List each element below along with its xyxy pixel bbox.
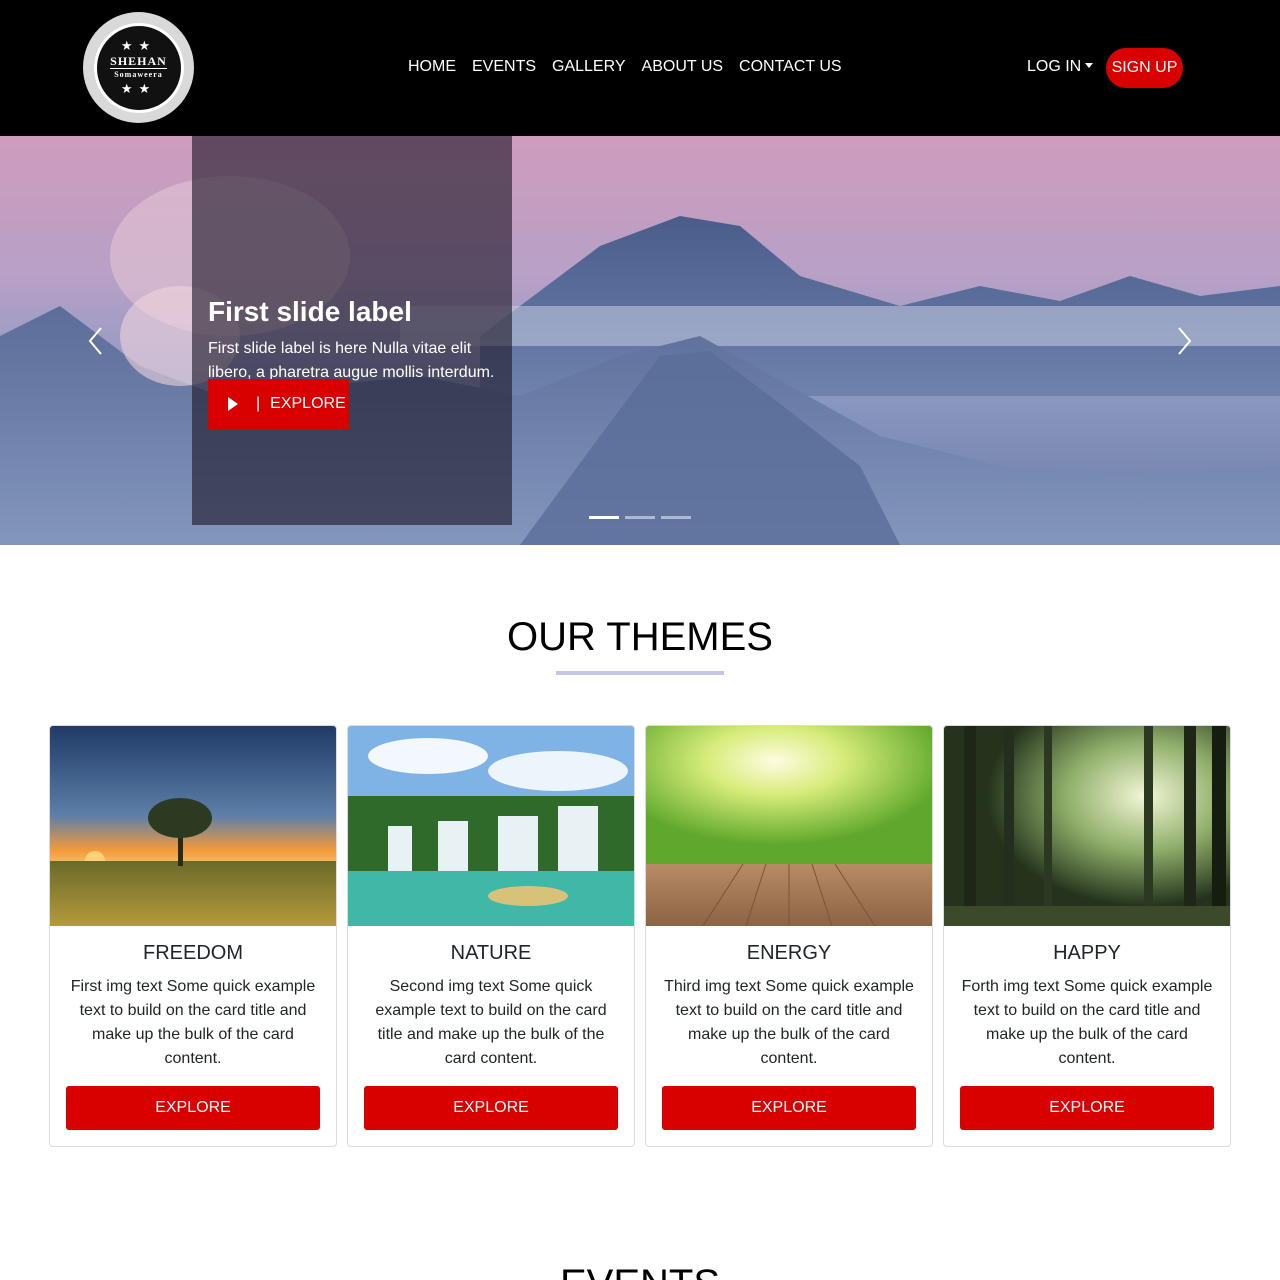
explore-button[interactable]: EXPLORE: [662, 1086, 916, 1130]
navbar: ★★ SHEHAN Somaweera ★★ HOME EVENTS GALLE…: [0, 0, 1280, 136]
theme-card-freedom: FREEDOM First img text Some quick exampl…: [49, 725, 337, 1147]
brand-logo[interactable]: ★★ SHEHAN Somaweera ★★: [83, 12, 194, 123]
themes-heading: OUR THEMES: [507, 615, 773, 659]
logo-emblem: ★★ SHEHAN Somaweera ★★: [93, 22, 184, 113]
main-nav: HOME EVENTS GALLERY ABOUT US CONTACT US: [400, 56, 850, 78]
freedom-sunset-image: [50, 726, 336, 926]
carousel-indicator-3[interactable]: [661, 516, 691, 519]
caret-down-icon: [1085, 63, 1094, 68]
explore-button[interactable]: EXPLORE: [66, 1086, 320, 1130]
hero-carousel: First slide label First slide label is h…: [0, 136, 1280, 545]
slide-title: First slide label: [208, 296, 412, 327]
theme-card-nature: NATURE Second img text Some quick exampl…: [347, 725, 635, 1147]
card-text: Third img text Some quick example text t…: [664, 978, 914, 1067]
explore-button[interactable]: EXPLORE: [364, 1086, 618, 1130]
chevron-right-icon[interactable]: [1174, 326, 1194, 356]
play-icon: [228, 397, 238, 411]
card-text: Second img text Some quick example text …: [375, 978, 607, 1067]
card-text: Forth img text Some quick example text t…: [961, 978, 1213, 1067]
hero-explore-label: EXPLORE: [270, 395, 346, 412]
explore-button[interactable]: EXPLORE: [960, 1086, 1214, 1130]
carousel-indicator-1[interactable]: [589, 516, 619, 519]
logo-subtitle: Somaweera: [114, 70, 163, 79]
nav-about-us[interactable]: ABOUT US: [634, 56, 732, 78]
login-dropdown[interactable]: LOG IN: [1027, 56, 1094, 78]
carousel-indicators: [589, 516, 697, 519]
card-title: FREEDOM: [143, 942, 243, 964]
theme-card-happy: HAPPY Forth img text Some quick example …: [943, 725, 1231, 1147]
nav-events[interactable]: EVENTS: [464, 56, 544, 78]
slide-text: First slide label is here Nulla vitae el…: [208, 340, 495, 381]
theme-cards: FREEDOM First img text Some quick exampl…: [49, 725, 1241, 1147]
nav-contact-us[interactable]: CONTACT US: [731, 56, 850, 78]
caption-panel: [192, 136, 512, 525]
signup-button[interactable]: SIGN UP: [1106, 48, 1183, 88]
chevron-left-icon[interactable]: [86, 326, 106, 356]
theme-card-energy: ENERGY Third img text Some quick example…: [645, 725, 933, 1147]
nature-waterfall-image: [348, 726, 634, 926]
login-label: LOG IN: [1027, 58, 1082, 75]
energy-sunlight-image: [646, 726, 932, 926]
logo-stars-bottom: ★★: [120, 81, 157, 96]
nav-home[interactable]: HOME: [400, 56, 464, 78]
happy-forest-image: [944, 726, 1230, 926]
nav-gallery[interactable]: GALLERY: [544, 56, 634, 78]
logo-title: SHEHAN: [110, 54, 167, 69]
card-title: NATURE: [450, 942, 532, 964]
button-separator: |: [256, 395, 261, 412]
card-title: HAPPY: [1053, 942, 1121, 964]
heading-underline: [556, 671, 724, 675]
events-heading: EVENTS: [0, 1262, 1280, 1280]
card-text: First img text Some quick example text t…: [70, 978, 316, 1067]
hero-explore-button[interactable]: | EXPLORE: [208, 379, 349, 429]
card-title: ENERGY: [746, 942, 832, 964]
carousel-indicator-2[interactable]: [625, 516, 655, 519]
logo-stars-top: ★★: [120, 38, 157, 53]
